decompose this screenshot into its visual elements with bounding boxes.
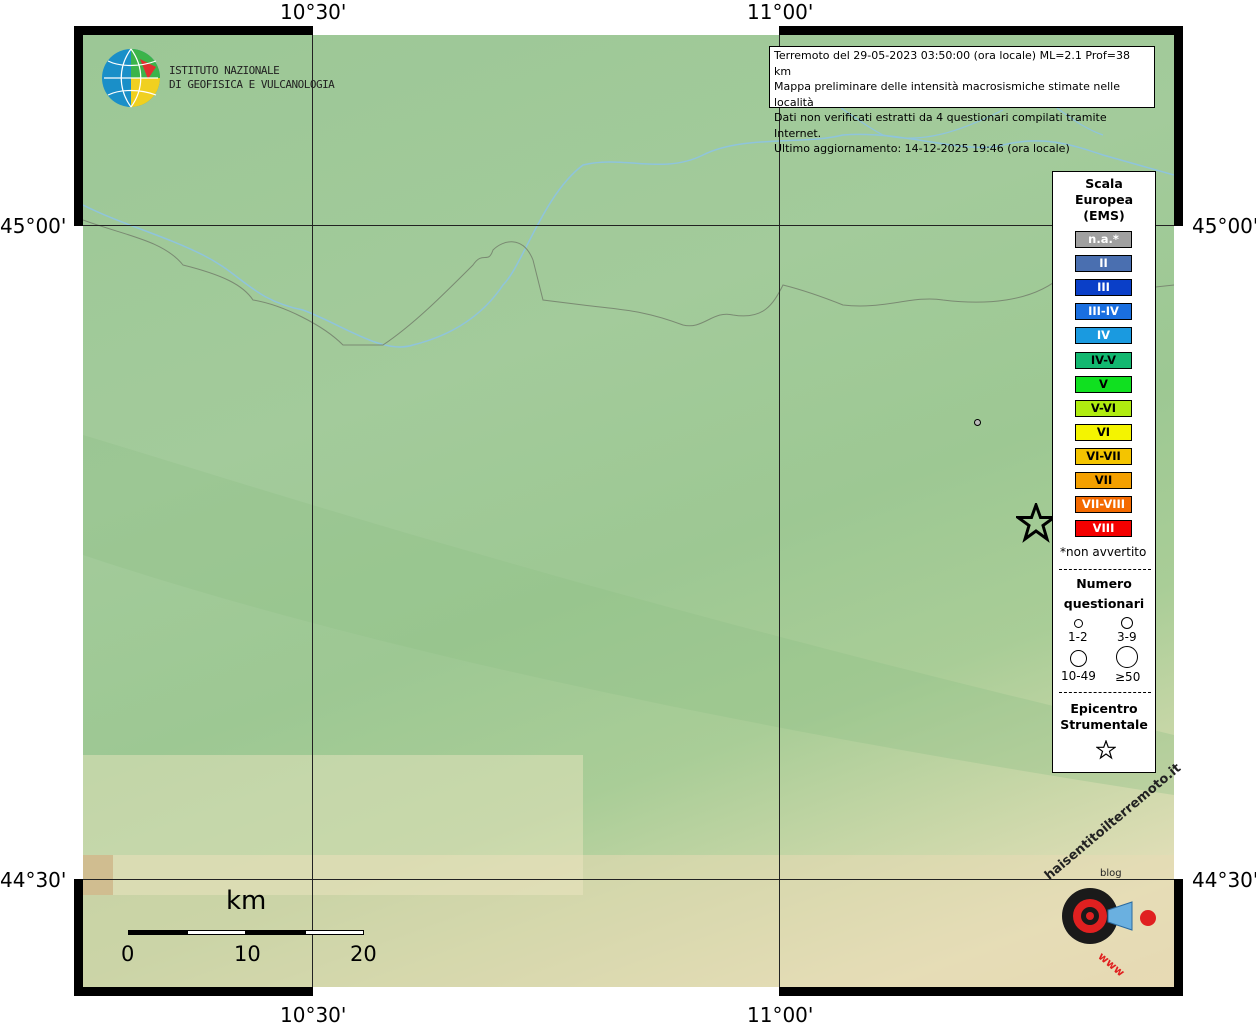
legend-divider-2 bbox=[1059, 692, 1151, 693]
legend-title-europea: Europea bbox=[1074, 192, 1134, 207]
ems-level-9: VI-VII bbox=[1075, 447, 1132, 465]
ems-level-2: III bbox=[1075, 279, 1132, 297]
ems-level-12: VIII bbox=[1075, 520, 1132, 538]
scale-segment-4 bbox=[305, 930, 364, 935]
coord-left-top: 45°00' bbox=[0, 214, 67, 238]
size-marker-50 bbox=[1116, 646, 1138, 668]
grid-line-1100 bbox=[779, 35, 780, 987]
ingv-logo-icon bbox=[102, 48, 160, 108]
coord-top-left: 10°30' bbox=[280, 0, 347, 24]
frame-seg-left bbox=[74, 226, 83, 879]
event-info-line1: Terremoto del 29-05-2023 03:50:00 (ora l… bbox=[774, 49, 1130, 78]
coord-bottom-right: 11°00' bbox=[747, 1003, 814, 1027]
coord-right-top: 45°00' bbox=[1192, 214, 1256, 238]
legend-num-title2: questionari bbox=[1063, 596, 1145, 611]
institute-line2: DI GEOFISICA E VULCANOLOGIA bbox=[169, 78, 335, 91]
ems-level-8: VI bbox=[1075, 423, 1132, 441]
size-marker-3-9 bbox=[1121, 617, 1133, 629]
ems-level-11: VII-VIII bbox=[1075, 496, 1132, 514]
legend-panel: Scala Europea (EMS) n.a.* II III III-IV IV IV… bbox=[1052, 171, 1156, 773]
legend-title-scala: Scala bbox=[1085, 176, 1123, 191]
legend-star-icon bbox=[1096, 740, 1116, 760]
legend-num-title1: Numero bbox=[1076, 576, 1132, 591]
ems-level-4: IV bbox=[1075, 327, 1132, 345]
legend-title-ems: (EMS) bbox=[1083, 208, 1125, 223]
institute-line1: ISTITUTO NAZIONALE bbox=[169, 64, 280, 77]
coord-left-bottom: 44°30' bbox=[0, 868, 67, 892]
coord-bottom-left: 10°30' bbox=[280, 1003, 347, 1027]
scale-segment-2 bbox=[187, 930, 246, 935]
ems-level-5: IV-V bbox=[1075, 351, 1132, 369]
scale-segment-3 bbox=[246, 930, 305, 935]
frame-seg-right bbox=[1174, 226, 1183, 879]
size-label-50: ≥50 bbox=[1115, 670, 1141, 684]
questionnaire-marker[interactable] bbox=[974, 419, 981, 426]
legend-num-title: Numero questionari bbox=[1053, 574, 1155, 614]
size-label-3-9: 3-9 bbox=[1117, 630, 1137, 644]
frame-seg-bottom bbox=[313, 987, 779, 996]
event-info-line4: Ultimo aggiornamento: 14-12-2025 19:46 (… bbox=[774, 142, 1070, 155]
ems-level-3: III-IV bbox=[1075, 303, 1132, 321]
size-marker-10-49 bbox=[1070, 650, 1087, 667]
legend-epi-title2: Strumentale bbox=[1060, 717, 1148, 732]
terrain-map[interactable] bbox=[83, 35, 1174, 987]
event-info-line3: Dati non verificati estratti da 4 questi… bbox=[774, 111, 1107, 140]
frame-seg-top bbox=[313, 26, 779, 35]
event-info-box: Terremoto del 29-05-2023 03:50:00 (ora l… bbox=[769, 46, 1155, 155]
ems-level-7: V-VI bbox=[1075, 399, 1132, 417]
grid-line-4500 bbox=[83, 225, 1174, 226]
scale-tick-20: 20 bbox=[350, 942, 377, 966]
size-label-10-49: 10-49 bbox=[1061, 669, 1096, 683]
legend-divider-1 bbox=[1059, 569, 1151, 570]
ems-level-0: n.a.* bbox=[1075, 231, 1132, 248]
map-features bbox=[83, 64, 1174, 987]
coord-top-right: 11°00' bbox=[747, 0, 814, 24]
grid-line-4430 bbox=[83, 879, 1174, 880]
legend-epi-title1: Epicentro bbox=[1070, 701, 1138, 716]
haisentito-logo[interactable]: haisentitoilterremoto.it www blog bbox=[1036, 761, 1184, 979]
haisentito-blog: blog bbox=[1100, 868, 1122, 879]
event-info-line2: Mappa preliminare delle intensità macros… bbox=[774, 80, 1120, 109]
epicenter-star-icon[interactable] bbox=[1016, 503, 1056, 543]
ems-level-6: V bbox=[1075, 375, 1132, 393]
legend-not-felt-note: *non avvertito bbox=[1060, 545, 1147, 559]
size-label-1-2: 1-2 bbox=[1068, 630, 1088, 644]
ems-level-1: II bbox=[1075, 255, 1132, 273]
scale-tick-10: 10 bbox=[234, 942, 261, 966]
scale-segment-1 bbox=[128, 930, 187, 935]
ems-level-10: VII bbox=[1075, 472, 1132, 489]
scale-unit-label: km bbox=[226, 886, 267, 916]
grid-line-1030 bbox=[312, 35, 313, 987]
scale-tick-0: 0 bbox=[121, 942, 135, 966]
size-marker-1-2 bbox=[1074, 619, 1083, 628]
institute-name: ISTITUTO NAZIONALE DI GEOFISICA E VULCAN… bbox=[169, 64, 335, 92]
coord-right-bottom: 44°30' bbox=[1192, 868, 1256, 892]
